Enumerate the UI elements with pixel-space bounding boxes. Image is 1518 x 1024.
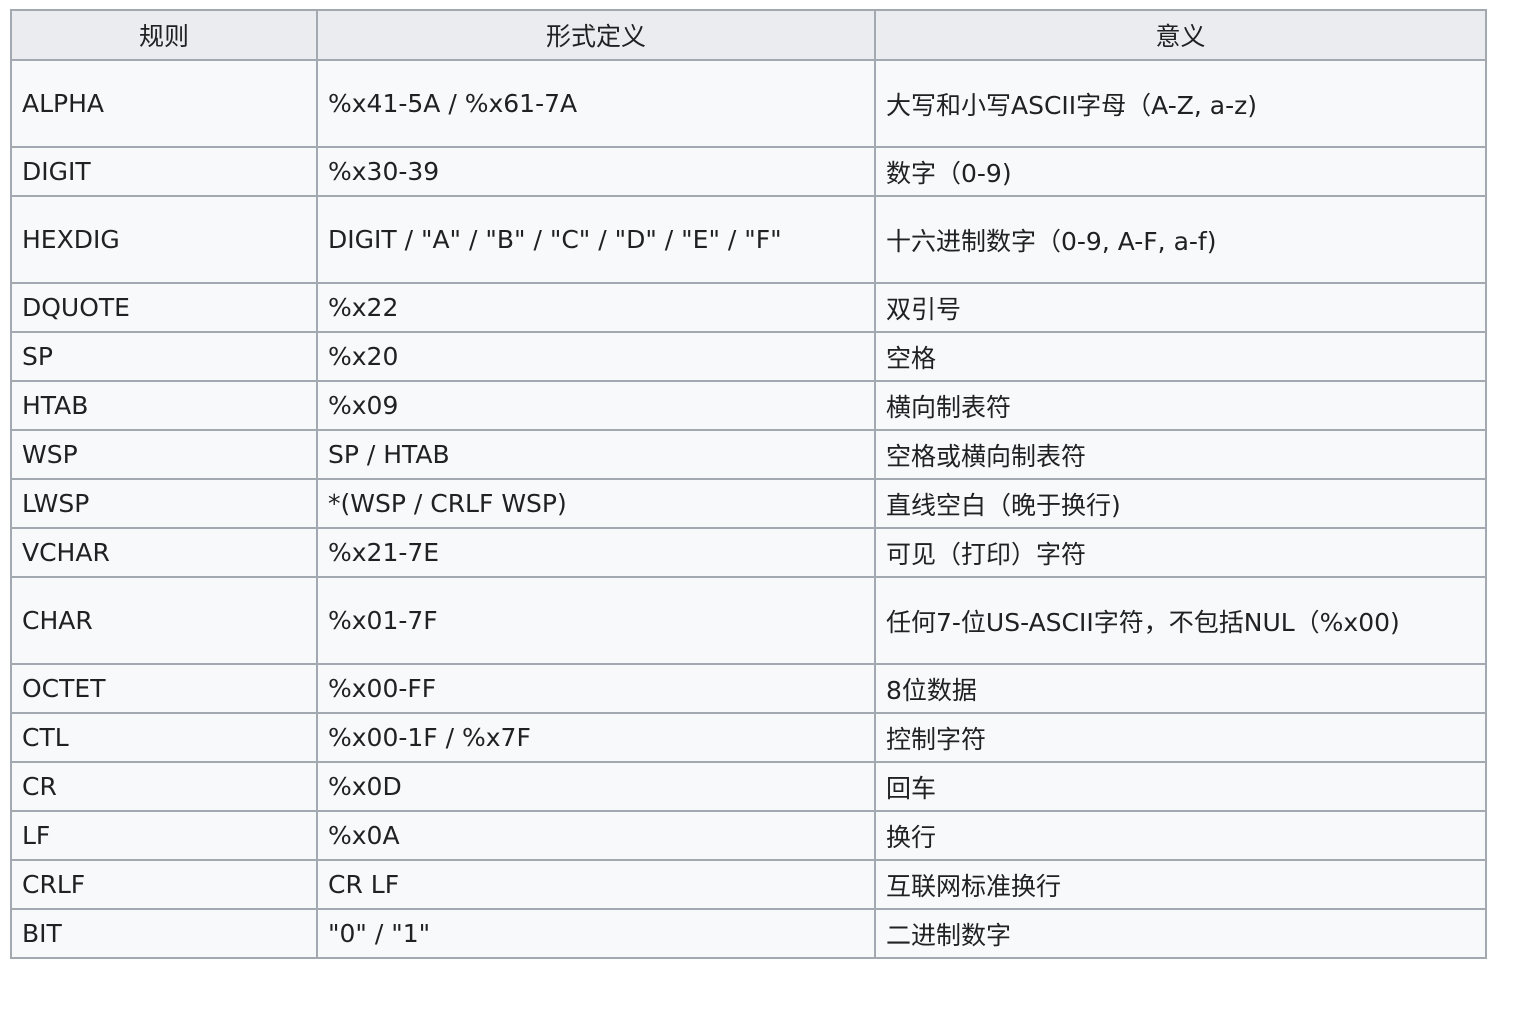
rule-cell: LF xyxy=(10,810,318,861)
meaning-cell: 回车 xyxy=(874,761,1487,812)
table-row: DQUOTE %x22 双引号 xyxy=(10,282,1487,333)
table-row: WSP SP / HTAB 空格或横向制表符 xyxy=(10,429,1487,480)
rule-cell: CHAR xyxy=(10,576,318,665)
meaning-cell: 控制字符 xyxy=(874,712,1487,763)
definition-cell: %x20 xyxy=(316,331,876,382)
meaning-cell: 可见（打印）字符 xyxy=(874,527,1487,578)
table-row: CRLF CR LF 互联网标准换行 xyxy=(10,859,1487,910)
rule-cell: CRLF xyxy=(10,859,318,910)
definition-cell: %x00-1F / %x7F xyxy=(316,712,876,763)
rule-cell: DQUOTE xyxy=(10,282,318,333)
definition-cell: SP / HTAB xyxy=(316,429,876,480)
rule-cell: ALPHA xyxy=(10,59,318,148)
rule-cell: VCHAR xyxy=(10,527,318,578)
definition-cell: %x09 xyxy=(316,380,876,431)
table-row: HEXDIG DIGIT / "A" / "B" / "C" / "D" / "… xyxy=(10,195,1487,284)
table-row: SP %x20 空格 xyxy=(10,331,1487,382)
table-row: CHAR %x01-7F 任何7-位US-ASCII字符，不包括NUL（%x00… xyxy=(10,576,1487,665)
meaning-cell: 任何7-位US-ASCII字符，不包括NUL（%x00) xyxy=(874,576,1487,665)
meaning-cell: 空格 xyxy=(874,331,1487,382)
rule-cell: DIGIT xyxy=(10,146,318,197)
rule-cell: HEXDIG xyxy=(10,195,318,284)
rule-cell: SP xyxy=(10,331,318,382)
meaning-cell: 8位数据 xyxy=(874,663,1487,714)
meaning-cell: 十六进制数字（0-9, A-F, a-f) xyxy=(874,195,1487,284)
meaning-cell: 二进制数字 xyxy=(874,908,1487,959)
table-row: LWSP *(WSP / CRLF WSP) 直线空白（晚于换行) xyxy=(10,478,1487,529)
definition-cell: %x0A xyxy=(316,810,876,861)
table-row: CR %x0D 回车 xyxy=(10,761,1487,812)
meaning-cell: 数字（0-9) xyxy=(874,146,1487,197)
table-row: HTAB %x09 横向制表符 xyxy=(10,380,1487,431)
table-row: VCHAR %x21-7E 可见（打印）字符 xyxy=(10,527,1487,578)
rule-cell: BIT xyxy=(10,908,318,959)
table-row: ALPHA %x41-5A / %x61-7A 大写和小写ASCII字母（A-Z… xyxy=(10,59,1487,148)
definition-cell: %x00-FF xyxy=(316,663,876,714)
meaning-cell: 互联网标准换行 xyxy=(874,859,1487,910)
table-body: ALPHA %x41-5A / %x61-7A 大写和小写ASCII字母（A-Z… xyxy=(10,59,1487,959)
meaning-cell: 大写和小写ASCII字母（A-Z, a-z) xyxy=(874,59,1487,148)
definition-cell: DIGIT / "A" / "B" / "C" / "D" / "E" / "F… xyxy=(316,195,876,284)
header-row: 规则 形式定义 意义 xyxy=(10,9,1487,61)
rule-cell: HTAB xyxy=(10,380,318,431)
definition-cell: %x01-7F xyxy=(316,576,876,665)
table-row: BIT "0" / "1" 二进制数字 xyxy=(10,908,1487,959)
rule-cell: OCTET xyxy=(10,663,318,714)
table-row: CTL %x00-1F / %x7F 控制字符 xyxy=(10,712,1487,763)
meaning-cell: 双引号 xyxy=(874,282,1487,333)
rule-cell: CTL xyxy=(10,712,318,763)
table-row: DIGIT %x30-39 数字（0-9) xyxy=(10,146,1487,197)
header-definition: 形式定义 xyxy=(316,9,876,61)
definition-cell: %x0D xyxy=(316,761,876,812)
definition-cell: %x41-5A / %x61-7A xyxy=(316,59,876,148)
definition-cell: CR LF xyxy=(316,859,876,910)
rule-cell: LWSP xyxy=(10,478,318,529)
header-meaning: 意义 xyxy=(874,9,1487,61)
meaning-cell: 直线空白（晚于换行) xyxy=(874,478,1487,529)
abnf-core-rules-table: 规则 形式定义 意义 ALPHA %x41-5A / %x61-7A 大写和小写… xyxy=(10,9,1487,959)
definition-cell: "0" / "1" xyxy=(316,908,876,959)
meaning-cell: 空格或横向制表符 xyxy=(874,429,1487,480)
meaning-cell: 横向制表符 xyxy=(874,380,1487,431)
definition-cell: %x22 xyxy=(316,282,876,333)
rule-cell: WSP xyxy=(10,429,318,480)
header-rule: 规则 xyxy=(10,9,318,61)
table-row: OCTET %x00-FF 8位数据 xyxy=(10,663,1487,714)
definition-cell: %x21-7E xyxy=(316,527,876,578)
definition-cell: %x30-39 xyxy=(316,146,876,197)
definition-cell: *(WSP / CRLF WSP) xyxy=(316,478,876,529)
meaning-cell: 换行 xyxy=(874,810,1487,861)
table-row: LF %x0A 换行 xyxy=(10,810,1487,861)
rule-cell: CR xyxy=(10,761,318,812)
table-header: 规则 形式定义 意义 xyxy=(10,9,1487,61)
